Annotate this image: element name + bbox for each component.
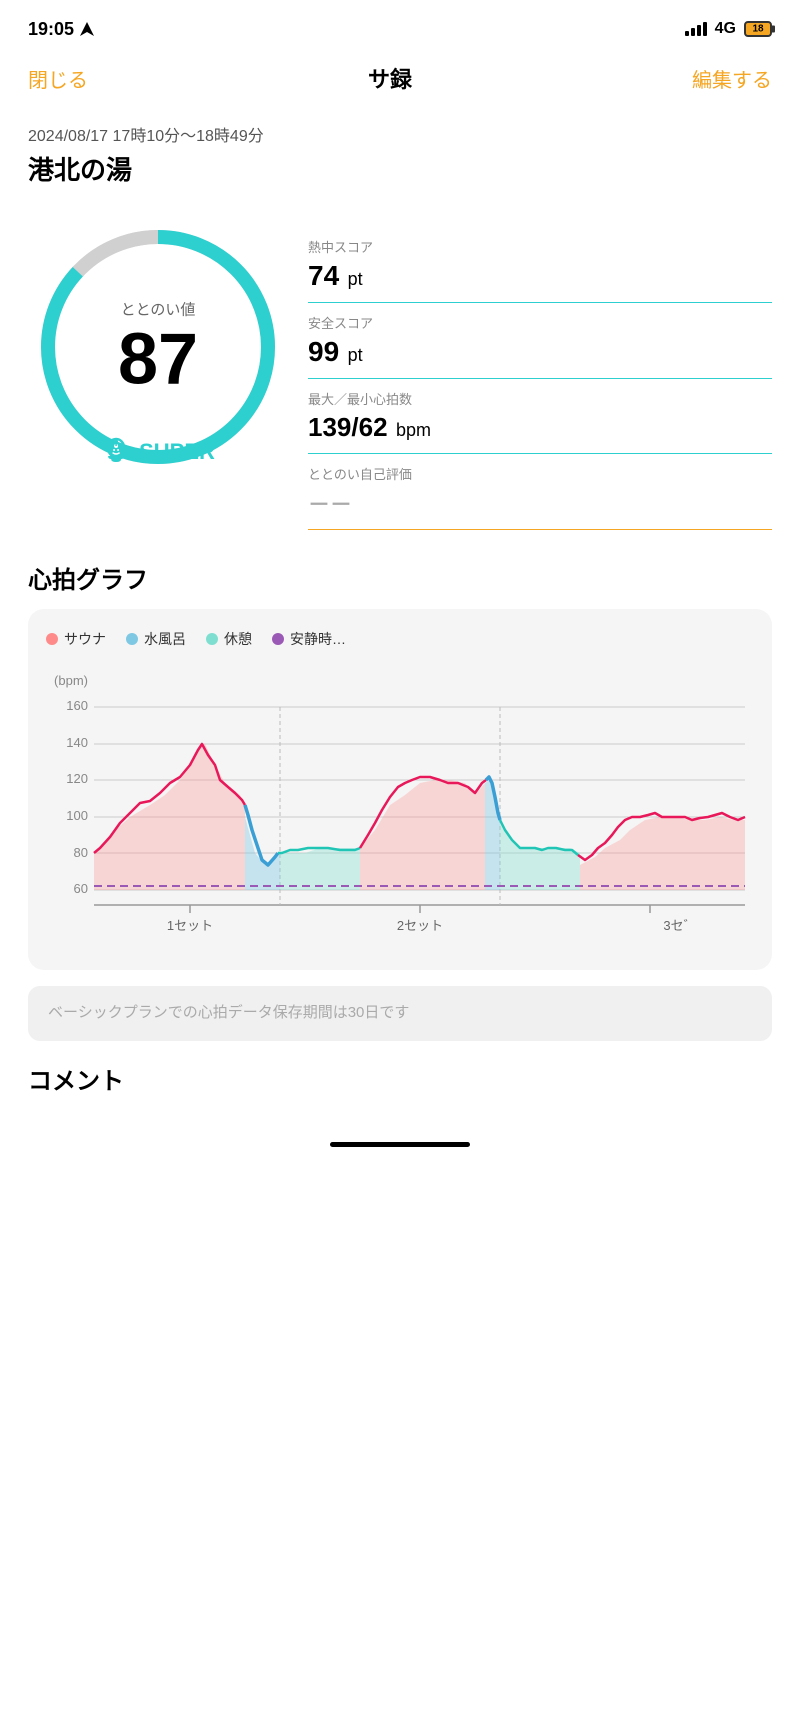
graph-legend: サウナ 水風呂 休憩 安静時…: [46, 629, 754, 649]
close-button[interactable]: 閉じる: [28, 64, 88, 93]
stat-item-3: ととのい自己評価 －－: [308, 454, 772, 530]
circle-inner: ととのい値 87: [118, 299, 198, 396]
svg-text:80: 80: [74, 845, 88, 860]
home-indicator: [330, 1142, 470, 1147]
stat-value-2: 139/62 bpm: [308, 412, 772, 443]
legend-dot-rest: [206, 633, 218, 645]
score-section: ととのい値 87 SUPER: [28, 217, 772, 530]
stat-value-1: 99 pt: [308, 336, 772, 368]
svg-text:60: 60: [74, 881, 88, 896]
status-right: 4G 18: [685, 20, 772, 38]
legend-rest: 休憩: [206, 629, 252, 649]
info-box-text: ベーシックプランでの心拍データ保存期間は30日です: [48, 1002, 752, 1025]
stat-label-3: ととのい自己評価: [308, 464, 772, 483]
svg-text:120: 120: [66, 771, 88, 786]
svg-text:140: 140: [66, 735, 88, 750]
legend-dot-resting: [272, 633, 284, 645]
location-icon: [80, 22, 94, 36]
super-badge: SUPER: [139, 439, 215, 465]
svg-text:100: 100: [66, 808, 88, 823]
legend-label-sauna: サウナ: [64, 629, 106, 649]
edit-button[interactable]: 編集する: [692, 64, 772, 93]
stat-value-0: 74 pt: [308, 260, 772, 292]
circle-label: ととのい値: [118, 299, 198, 320]
battery-icon: 18: [744, 21, 772, 37]
nav-title: サ録: [368, 62, 412, 94]
legend-dot-water: [126, 633, 138, 645]
graph-title: 心拍グラフ: [28, 560, 772, 595]
svg-text:(bpm): (bpm): [54, 673, 88, 688]
session-place: 港北の湯: [28, 150, 772, 187]
stat-item-0: 熱中スコア 74 pt: [308, 227, 772, 303]
stat-item-2: 最大／最小心拍数 139/62 bpm: [308, 379, 772, 454]
chart-wrapper: (bpm) 160 140 120 100 80 60: [46, 665, 754, 950]
status-bar: 19:05 4G 18: [0, 0, 800, 50]
circle-value: 87: [118, 324, 198, 396]
nav-bar: 閉じる サ録 編集する: [0, 50, 800, 106]
bell-icon: [101, 437, 131, 467]
main-content: 2024/08/17 17時10分〜18時49分 港北の湯 ととのい値 87: [0, 106, 800, 1122]
svg-text:2セット: 2セット: [397, 918, 443, 933]
svg-text:160: 160: [66, 698, 88, 713]
stat-label-2: 最大／最小心拍数: [308, 389, 772, 408]
legend-sauna: サウナ: [46, 629, 106, 649]
stat-label-0: 熱中スコア: [308, 237, 772, 256]
stats-panel: 熱中スコア 74 pt 安全スコア 99 pt 最大／最小心拍数 139/62 …: [308, 217, 772, 530]
legend-dot-sauna: [46, 633, 58, 645]
session-datetime: 2024/08/17 17時10分〜18時49分: [28, 122, 772, 146]
heart-rate-chart: (bpm) 160 140 120 100 80 60: [46, 665, 754, 945]
legend-label-resting: 安静時…: [290, 629, 346, 649]
legend-label-water: 水風呂: [144, 629, 186, 649]
graph-card: サウナ 水風呂 休憩 安静時… (bpm) 160 140 120: [28, 609, 772, 970]
svg-text:1セット: 1セット: [167, 918, 213, 933]
score-circle: ととのい値 87 SUPER: [28, 217, 288, 477]
legend-label-rest: 休憩: [224, 629, 252, 649]
stat-item-1: 安全スコア 99 pt: [308, 303, 772, 379]
status-time: 19:05: [28, 19, 94, 40]
stat-label-1: 安全スコア: [308, 313, 772, 332]
legend-water: 水風呂: [126, 629, 186, 649]
comment-title: コメント: [28, 1061, 772, 1096]
stat-value-3: －－: [308, 487, 772, 519]
signal-icon: [685, 22, 707, 36]
svg-text:3セ゛: 3セ゛: [663, 918, 696, 933]
legend-resting-hr: 安静時…: [272, 629, 346, 649]
circle-badge: SUPER: [101, 437, 215, 467]
info-box: ベーシックプランでの心拍データ保存期間は30日です: [28, 986, 772, 1041]
network-label: 4G: [715, 20, 736, 38]
